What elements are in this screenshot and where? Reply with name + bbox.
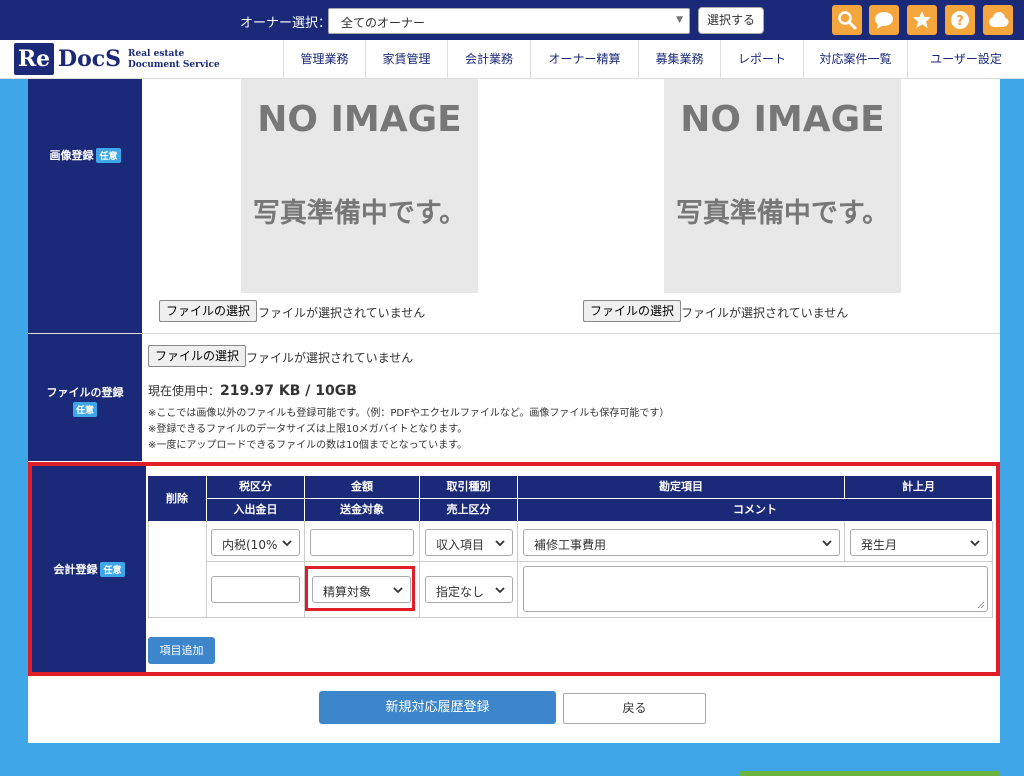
nav-item-recruitment[interactable]: 募集業務 — [638, 40, 720, 78]
image-file-button-1[interactable]: ファイルの選択 — [159, 300, 258, 322]
content-panel: 画像登録 任意 NO IMAGE 写真準備中です。 NO IMAGE 写真準備中で… — [28, 79, 1000, 743]
owner-select-button[interactable]: 選択する — [698, 7, 764, 34]
chat-icon[interactable] — [869, 5, 899, 35]
svg-text:?: ? — [956, 14, 964, 29]
search-icon[interactable] — [832, 5, 862, 35]
redocs-logo[interactable]: Re DocS Real estate Document Service — [14, 43, 224, 75]
file-note-3: ※一度にアップロードできるファイルの数は10個までとなっています。 — [148, 440, 468, 451]
storage-usage: 現在使用中：219.97 KB / 10GB — [148, 382, 357, 399]
file-note-2: ※登録できるファイルのデータサイズは上限10メガバイトとなります。 — [148, 424, 468, 435]
file-note-1: ※ここでは画像以外のファイルも登録可能です。（例：PDFやエクセルファイルなど。… — [148, 408, 670, 419]
optional-badge: 任意 — [96, 148, 121, 163]
nav-item-user-settings[interactable]: ユーザー設定 — [907, 40, 1024, 78]
owner-select-label: オーナー選択： — [240, 16, 332, 31]
storage-usage-value: 219.97 KB / 10GB — [220, 383, 357, 399]
back-button[interactable]: 戻る — [563, 693, 706, 724]
row-divider — [28, 333, 1000, 334]
nav-item-cases[interactable]: 対応案件一覧 — [803, 40, 907, 78]
nav-item-accounting[interactable]: 会計業務 — [447, 40, 530, 78]
image-section-label: 画像登録 任意 — [28, 79, 142, 333]
no-image-subtitle: 写真準備中です。 — [675, 198, 890, 229]
nav-item-report[interactable]: レポート — [720, 40, 803, 78]
green-footer-bar — [740, 771, 1000, 776]
no-image-placeholder-2: NO IMAGE 写真準備中です。 — [664, 79, 901, 293]
logo-subtitle-1: Real estate — [128, 49, 185, 59]
owner-select[interactable]: 全てのオーナー ▼ — [328, 8, 690, 34]
no-image-subtitle: 写真準備中です。 — [252, 198, 467, 229]
no-image-placeholder-1: NO IMAGE 写真準備中です。 — [241, 79, 478, 293]
cloud-icon[interactable] — [983, 5, 1013, 35]
no-image-title: NO IMAGE — [257, 99, 462, 140]
image-file-status-1: ファイルが選択されていません — [258, 306, 426, 320]
no-image-title: NO IMAGE — [680, 99, 885, 140]
image-file-status-2: ファイルが選択されていません — [681, 306, 849, 320]
storage-usage-label: 現在使用中： — [148, 384, 221, 398]
logo-subtitle-2: Document Service — [128, 60, 220, 70]
image-file-button-2[interactable]: ファイルの選択 — [583, 300, 682, 322]
nav-item-owner-settlement[interactable]: オーナー精算 — [530, 40, 638, 78]
accounting-highlight-frame — [28, 462, 1000, 676]
chevron-down-icon: ▼ — [676, 15, 683, 25]
file-upload-button[interactable]: ファイルの選択 — [148, 345, 247, 367]
file-upload-status: ファイルが選択されていません — [246, 351, 414, 365]
nav-item-rent[interactable]: 家賃管理 — [365, 40, 447, 78]
owner-select-value: 全てのオーナー — [341, 16, 426, 30]
image-section-title: 画像登録 — [49, 149, 94, 162]
file-section-title: ファイルの登録 — [46, 386, 124, 399]
optional-badge: 任意 — [72, 402, 97, 417]
logo-re: Re — [14, 43, 54, 75]
top-bar: オーナー選択： 全てのオーナー ▼ 選択する ? — [0, 0, 1024, 40]
submit-history-button[interactable]: 新規対応履歴登録 — [319, 691, 556, 724]
file-section-label: ファイルの登録 任意 — [28, 334, 142, 461]
logo-docs: DocS — [58, 46, 122, 72]
nav-bar: Re DocS Real estate Document Service 管理業… — [0, 40, 1024, 79]
help-icon[interactable]: ? — [945, 5, 975, 35]
star-icon[interactable] — [907, 5, 937, 35]
nav-item-management[interactable]: 管理業務 — [283, 40, 365, 78]
